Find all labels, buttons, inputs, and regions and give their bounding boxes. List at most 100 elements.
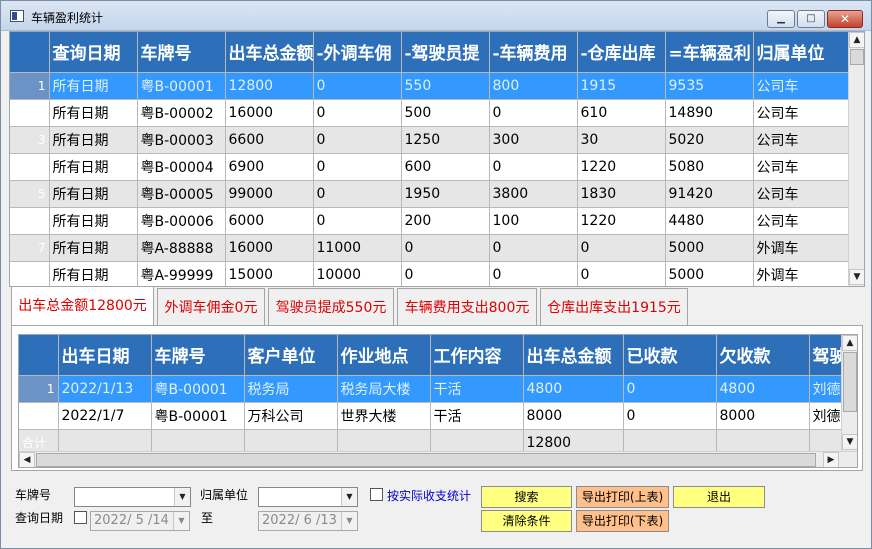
- column-header[interactable]: 工作内容: [430, 335, 524, 376]
- clear-conditions-button[interactable]: 清除条件: [481, 510, 572, 532]
- table-cell[interactable]: 14890: [665, 99, 754, 127]
- table-cell[interactable]: 2022/1/7: [58, 402, 152, 430]
- table-cell[interactable]: 0: [313, 180, 402, 208]
- table-cell[interactable]: 99000: [225, 180, 314, 208]
- table-cell[interactable]: 0: [313, 207, 402, 235]
- chevron-down-icon[interactable]: ▼: [341, 488, 357, 506]
- table-cell[interactable]: 所有日期: [49, 99, 138, 127]
- column-header[interactable]: 归属单位: [753, 32, 859, 73]
- table-cell[interactable]: 4800: [523, 375, 624, 403]
- row-number[interactable]: 5: [10, 180, 50, 208]
- table-cell[interactable]: 100: [489, 207, 578, 235]
- table-cell[interactable]: 6000: [225, 207, 314, 235]
- table-row[interactable]: 2 2022/1/7 粤B-00001 万科公司 世界大楼 干活 8000 0 8000 刘德: [19, 402, 857, 430]
- table-cell[interactable]: 800: [489, 72, 578, 100]
- table-cell[interactable]: 200: [401, 207, 490, 235]
- column-header[interactable]: -仓库出库: [577, 32, 666, 73]
- table-cell[interactable]: 公司车: [753, 99, 859, 127]
- calendar-dropdown-icon[interactable]: ▼: [341, 512, 357, 530]
- column-header[interactable]: 作业地点: [337, 335, 431, 376]
- table-cell[interactable]: 4800: [716, 375, 810, 403]
- table-cell[interactable]: 万科公司: [244, 402, 338, 430]
- table-cell[interactable]: 粤B-00003: [137, 126, 226, 154]
- row-number[interactable]: 6: [10, 207, 50, 235]
- table-cell[interactable]: 所有日期: [49, 126, 138, 154]
- column-header[interactable]: 出车总金额: [225, 32, 314, 73]
- table-cell[interactable]: 粤B-00001: [151, 375, 245, 403]
- actual-checkbox-label[interactable]: 按实际收支统计: [387, 487, 471, 504]
- maximize-button[interactable]: □: [797, 10, 825, 28]
- tab-outsourced-commission[interactable]: 外调车佣金0元: [157, 288, 265, 326]
- table-cell[interactable]: 干活: [430, 402, 524, 430]
- scroll-down-arrow-icon[interactable]: ▼: [842, 434, 857, 450]
- export-upper-button[interactable]: 导出打印(上表): [576, 486, 669, 508]
- table-row[interactable]: 3 所有日期 粤B-00003 6600 0 1250 300 30 5020 公司车: [10, 126, 859, 154]
- scroll-up-arrow-icon[interactable]: ▲: [842, 335, 857, 351]
- table-cell[interactable]: 12800: [225, 72, 314, 100]
- row-number[interactable]: 8: [10, 261, 50, 286]
- actual-checkbox[interactable]: [370, 488, 383, 501]
- row-number[interactable]: 2: [19, 402, 59, 430]
- table-cell[interactable]: 30: [577, 126, 666, 154]
- column-header[interactable]: 出车日期: [58, 335, 152, 376]
- table-cell[interactable]: 4480: [665, 207, 754, 235]
- table-row[interactable]: 8 所有日期 粤A-99999 15000 10000 0 0 0 5000 外调车: [10, 261, 859, 286]
- table-cell[interactable]: 粤B-00005: [137, 180, 226, 208]
- minimize-button[interactable]: ▁: [767, 10, 795, 28]
- table-cell[interactable]: 1830: [577, 180, 666, 208]
- table-cell[interactable]: 0: [623, 402, 717, 430]
- table-cell[interactable]: 粤B-00001: [137, 72, 226, 100]
- table-row[interactable]: 1 2022/1/13 粤B-00001 税务局 税务局大楼 干活 4800 0 4800 刘德: [19, 375, 857, 403]
- column-header[interactable]: 查询日期: [49, 32, 138, 73]
- owner-select[interactable]: ▼: [258, 487, 358, 507]
- date-checkbox[interactable]: [74, 511, 87, 524]
- scroll-thumb[interactable]: [36, 453, 816, 467]
- table-cell[interactable]: 3800: [489, 180, 578, 208]
- table-cell[interactable]: 0: [489, 99, 578, 127]
- table-row[interactable]: 4 所有日期 粤B-00004 6900 0 600 0 1220 5080 公司车: [10, 153, 859, 181]
- table-cell[interactable]: 0: [489, 153, 578, 181]
- column-header[interactable]: 客户单位: [244, 335, 338, 376]
- column-header[interactable]: 车牌号: [151, 335, 245, 376]
- table-cell[interactable]: 粤B-00002: [137, 99, 226, 127]
- column-header[interactable]: 已收款: [623, 335, 717, 376]
- table-cell[interactable]: 所有日期: [49, 207, 138, 235]
- column-header[interactable]: -外调车佣: [313, 32, 402, 73]
- table-cell[interactable]: 世界大楼: [337, 402, 431, 430]
- detail-grid-vertical-scrollbar[interactable]: ▲ ▼: [841, 335, 857, 451]
- tab-vehicle-expense[interactable]: 车辆费用支出800元: [397, 288, 537, 326]
- table-cell[interactable]: 1950: [401, 180, 490, 208]
- table-cell[interactable]: 11000: [313, 234, 402, 262]
- search-button[interactable]: 搜索: [481, 486, 572, 508]
- table-row[interactable]: 5 所有日期 粤B-00005 99000 0 1950 3800 1830 91420 公司车: [10, 180, 859, 208]
- table-cell[interactable]: 1220: [577, 153, 666, 181]
- table-cell[interactable]: 0: [577, 261, 666, 286]
- table-cell[interactable]: 0: [489, 234, 578, 262]
- scroll-thumb[interactable]: [843, 352, 857, 412]
- exit-button[interactable]: 退出: [673, 486, 765, 508]
- table-cell[interactable]: 0: [313, 126, 402, 154]
- table-cell[interactable]: 所有日期: [49, 72, 138, 100]
- table-cell[interactable]: 300: [489, 126, 578, 154]
- table-cell[interactable]: 91420: [665, 180, 754, 208]
- table-cell[interactable]: 2022/1/13: [58, 375, 152, 403]
- table-row[interactable]: 2 所有日期 粤B-00002 16000 0 500 0 610 14890 公司车: [10, 99, 859, 127]
- table-row[interactable]: 7 所有日期 粤A-88888 16000 11000 0 0 0 5000 外调车: [10, 234, 859, 262]
- table-cell[interactable]: 0: [313, 153, 402, 181]
- table-cell[interactable]: 0: [577, 234, 666, 262]
- tab-warehouse-expense[interactable]: 仓库出库支出1915元: [540, 288, 688, 326]
- detail-grid[interactable]: 出车日期 车牌号 客户单位 作业地点 工作内容 出车总金额 已收款 欠收款 驾驶…: [18, 334, 858, 468]
- table-cell[interactable]: 外调车: [753, 234, 859, 262]
- table-cell[interactable]: 0: [401, 261, 490, 286]
- table-cell[interactable]: 0: [313, 99, 402, 127]
- column-header[interactable]: 出车总金额: [523, 335, 624, 376]
- vehicle-summary-grid[interactable]: 查询日期 车牌号 出车总金额 -外调车佣 -驾驶员提 -车辆费用 -仓库出库 =…: [9, 31, 865, 287]
- table-cell[interactable]: 8000: [523, 402, 624, 430]
- table-cell[interactable]: 粤A-99999: [137, 261, 226, 286]
- table-cell[interactable]: 6600: [225, 126, 314, 154]
- table-cell[interactable]: 9535: [665, 72, 754, 100]
- table-cell[interactable]: 税务局: [244, 375, 338, 403]
- date-to-picker[interactable]: 2022/ 6 /13 ▼: [258, 511, 358, 531]
- table-cell[interactable]: 5000: [665, 234, 754, 262]
- scroll-up-arrow-icon[interactable]: ▲: [849, 32, 864, 48]
